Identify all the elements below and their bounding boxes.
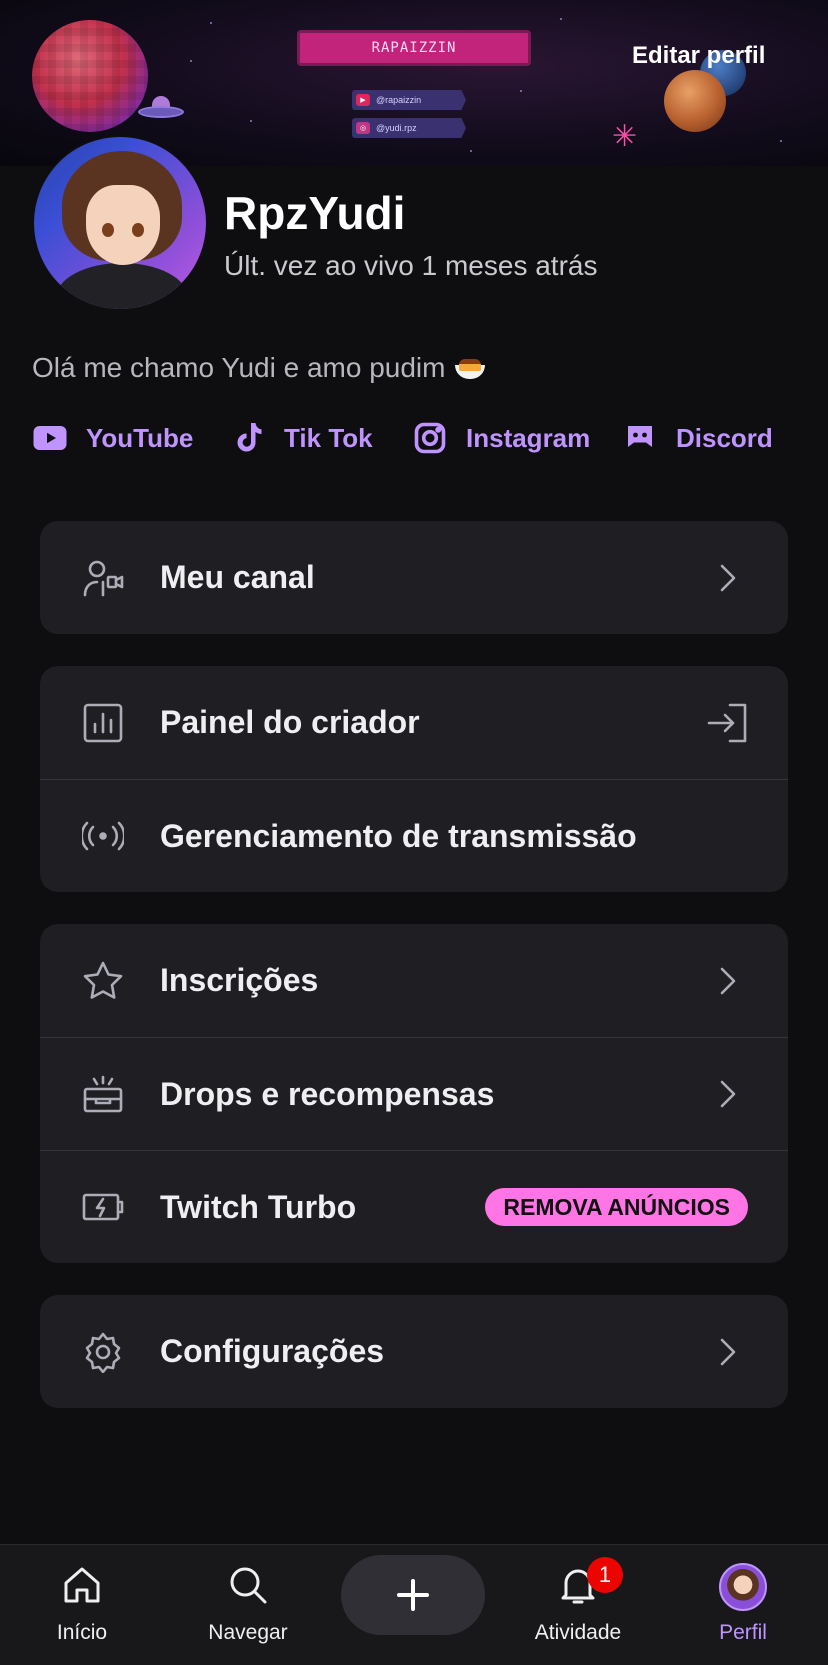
tiktok-icon	[237, 423, 262, 452]
username: RpzYudi	[224, 187, 406, 239]
plus-icon	[397, 1579, 429, 1611]
menu-item-label: Configurações	[160, 1333, 385, 1369]
social-link-discord[interactable]: Discord	[622, 416, 773, 460]
gift-box-icon	[82, 1073, 124, 1115]
instagram-icon	[414, 422, 446, 454]
nav-profile[interactable]: Perfil	[678, 1563, 808, 1645]
social-label: Instagram	[466, 422, 591, 453]
youtube-icon: ▶	[356, 94, 370, 106]
broadcast-icon	[82, 815, 124, 857]
youtube-icon	[33, 426, 67, 450]
last-live-status: Últ. vez ao vivo 1 meses atrás	[224, 250, 598, 281]
nav-label: Navegar	[208, 1621, 288, 1644]
menu-item-creator-dashboard[interactable]: Painel do criador	[40, 666, 788, 779]
social-label: Discord	[676, 422, 773, 453]
home-icon	[64, 1567, 100, 1603]
banner-social-handle: @yudi.rpz	[376, 123, 417, 133]
menu-item-stream-manager[interactable]: Gerenciamento de transmissão	[40, 779, 788, 892]
banner-tag: RAPAIZZIN	[297, 30, 531, 66]
nav-browse[interactable]: Navegar	[183, 1563, 313, 1645]
chevron-right-icon	[706, 960, 748, 1002]
banner-social-youtube: ▶ @rapaizzin	[352, 90, 466, 110]
chevron-right-icon	[706, 557, 748, 599]
nav-label: Início	[56, 1621, 108, 1644]
menu-card-creator: Painel do criador Gerenciamento de trans…	[40, 666, 788, 892]
social-label: YouTube	[86, 422, 194, 453]
pudding-icon	[453, 357, 487, 379]
avatar	[719, 1563, 767, 1611]
menu-card-settings: Configurações	[40, 1295, 788, 1408]
edit-profile-button[interactable]: Editar perfil	[632, 42, 792, 76]
menu-card-channel: Meu canal	[40, 521, 788, 634]
channel-icon	[82, 557, 124, 599]
social-label: Tik Tok	[284, 422, 373, 453]
bottom-nav: Início Navegar 1 Atividade Perfil	[0, 1544, 828, 1665]
nav-home[interactable]: Início	[17, 1563, 147, 1645]
external-login-icon	[706, 702, 748, 744]
search-icon	[230, 1567, 267, 1604]
menu-item-drops[interactable]: Drops e recompensas	[40, 1037, 788, 1150]
social-link-tiktok[interactable]: Tik Tok	[230, 416, 373, 460]
banner-social-handle: @rapaizzin	[376, 95, 422, 105]
menu-card-rewards: Inscrições Drops e recompensas Twitch Tu…	[40, 924, 788, 1263]
menu-item-label: Painel do criador	[160, 704, 420, 740]
nav-label: Perfil	[719, 1621, 767, 1644]
sparkle-icon: ✳	[612, 120, 638, 153]
menu-item-settings[interactable]: Configurações	[40, 1295, 788, 1408]
social-link-instagram[interactable]: Instagram	[412, 416, 590, 460]
avatar[interactable]	[32, 135, 208, 311]
banner-social-instagram: ◎ @yudi.rpz	[352, 118, 466, 138]
menu-item-subscriptions[interactable]: Inscrições	[40, 924, 788, 1037]
star-icon	[82, 960, 124, 1002]
menu-item-label: Drops e recompensas	[160, 1075, 495, 1112]
notification-badge: 1	[587, 1557, 623, 1593]
dashboard-icon	[82, 702, 124, 744]
menu-item-label: Twitch Turbo	[160, 1188, 357, 1225]
menu-item-twitch-turbo[interactable]: Twitch Turbo REMOVA ANÚNCIOS	[40, 1150, 788, 1263]
chevron-right-icon	[706, 1331, 748, 1373]
menu-item-label: Meu canal	[160, 559, 315, 595]
nav-label: Atividade	[534, 1621, 622, 1644]
remove-ads-badge[interactable]: REMOVA ANÚNCIOS	[485, 1188, 748, 1226]
bio-text: Olá me chamo Yudi e amo pudim	[32, 352, 446, 383]
planet-decoration	[32, 20, 148, 132]
menu-item-label: Gerenciamento de transmissão	[160, 817, 637, 854]
chevron-right-icon	[706, 1073, 748, 1115]
instagram-icon: ◎	[356, 122, 370, 134]
nav-activity[interactable]: 1 Atividade	[513, 1557, 643, 1645]
planet-decoration	[664, 70, 726, 132]
menu-item-my-channel[interactable]: Meu canal	[40, 521, 788, 634]
ufo-decoration	[138, 96, 184, 124]
social-link-youtube[interactable]: YouTube	[32, 416, 193, 460]
battery-bolt-icon	[82, 1186, 124, 1228]
create-button[interactable]	[341, 1555, 485, 1635]
menu-item-label: Inscrições	[160, 962, 319, 998]
discord-icon	[628, 426, 652, 447]
social-links: YouTube Tik Tok Instagram Discord	[0, 416, 828, 460]
profile-bio: Olá me chamo Yudi e amo pudim	[32, 352, 487, 384]
gear-icon	[82, 1331, 124, 1373]
